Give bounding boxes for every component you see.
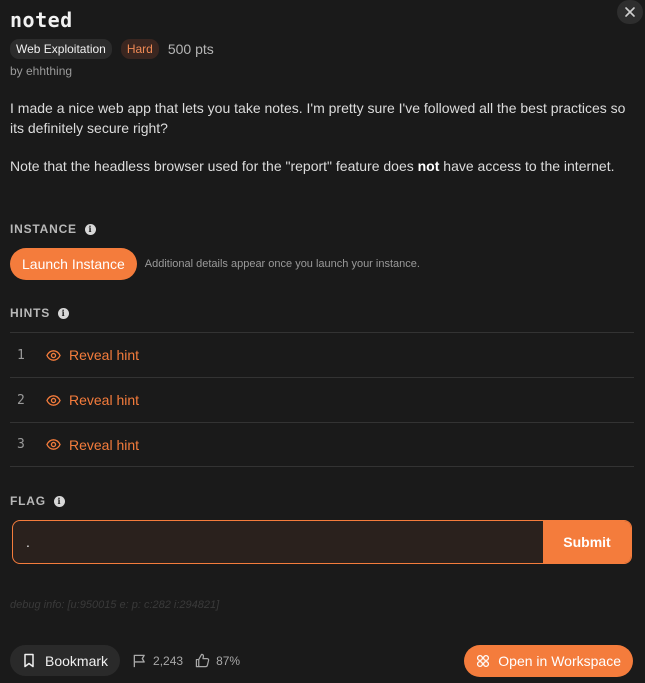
close-icon — [625, 7, 635, 17]
reveal-hint-button[interactable]: Reveal hint — [46, 437, 139, 453]
hint-row: 3 Reveal hint — [10, 422, 634, 467]
author-credit: by ehhthing — [10, 64, 73, 78]
open-workspace-button[interactable]: Open in Workspace — [464, 645, 633, 677]
rating-stat: 87% — [195, 653, 240, 668]
challenge-title: noted — [10, 8, 73, 32]
thumbs-up-icon — [195, 653, 210, 668]
challenge-meta: Web Exploitation Hard 500 pts — [10, 39, 214, 59]
eye-icon — [46, 439, 61, 450]
hint-number: 3 — [17, 437, 25, 452]
submit-button[interactable]: Submit — [543, 521, 631, 563]
solves-stat: 2,243 — [132, 653, 183, 668]
hint-number: 1 — [17, 347, 25, 363]
hint-row: 2 Reveal hint — [10, 377, 634, 422]
flag-input[interactable] — [13, 521, 543, 563]
hint-number: 2 — [17, 392, 25, 408]
emphasis-text: not — [417, 158, 440, 174]
bookmark-icon — [24, 653, 34, 668]
solves-count: 2,243 — [153, 653, 184, 668]
eye-icon — [46, 394, 61, 406]
info-icon[interactable]: i — [53, 495, 65, 507]
hint-row: 1 Reveal hint — [10, 332, 634, 377]
hints-section-label: HINTS i — [10, 306, 69, 320]
flag-form: Submit — [12, 520, 632, 564]
reveal-hint-button[interactable]: Reveal hint — [46, 392, 139, 408]
flag-section-label: FLAG i — [10, 494, 65, 508]
hints-list: 1 Reveal hint 2 Reveal hint 3 Reveal hin… — [10, 332, 634, 467]
challenge-description: I made a nice web app that lets you take… — [10, 98, 630, 176]
close-button[interactable] — [617, 0, 643, 24]
instance-section-label: INSTANCE i — [10, 222, 96, 236]
flag-icon — [133, 654, 145, 668]
info-icon[interactable]: i — [84, 223, 96, 235]
description-paragraph: Note that the headless browser used for … — [10, 158, 615, 174]
eye-icon — [46, 349, 61, 361]
points-value: 500 pts — [167, 41, 214, 57]
bookmark-button[interactable]: Bookmark — [10, 645, 121, 676]
rating-value: 87% — [216, 653, 241, 668]
instance-controls: Launch Instance Additional details appea… — [10, 248, 420, 280]
category-badge: Web Exploitation — [10, 39, 112, 59]
footer-actions: Bookmark 2,243 87% — [10, 645, 240, 676]
launch-instance-button[interactable]: Launch Instance — [10, 248, 137, 280]
instance-note: Additional details appear once you launc… — [144, 258, 420, 270]
challenge-panel: noted Web Exploitation Hard 500 pts by e… — [0, 0, 645, 683]
workspace-icon — [477, 654, 490, 668]
debug-info: debug info: [u:950015 e: p: c:282 i:2948… — [10, 599, 220, 611]
difficulty-badge: Hard — [120, 39, 159, 59]
reveal-hint-button[interactable]: Reveal hint — [46, 347, 139, 363]
info-icon[interactable]: i — [58, 307, 69, 319]
description-paragraph: I made a nice web app that lets you take… — [10, 100, 626, 136]
